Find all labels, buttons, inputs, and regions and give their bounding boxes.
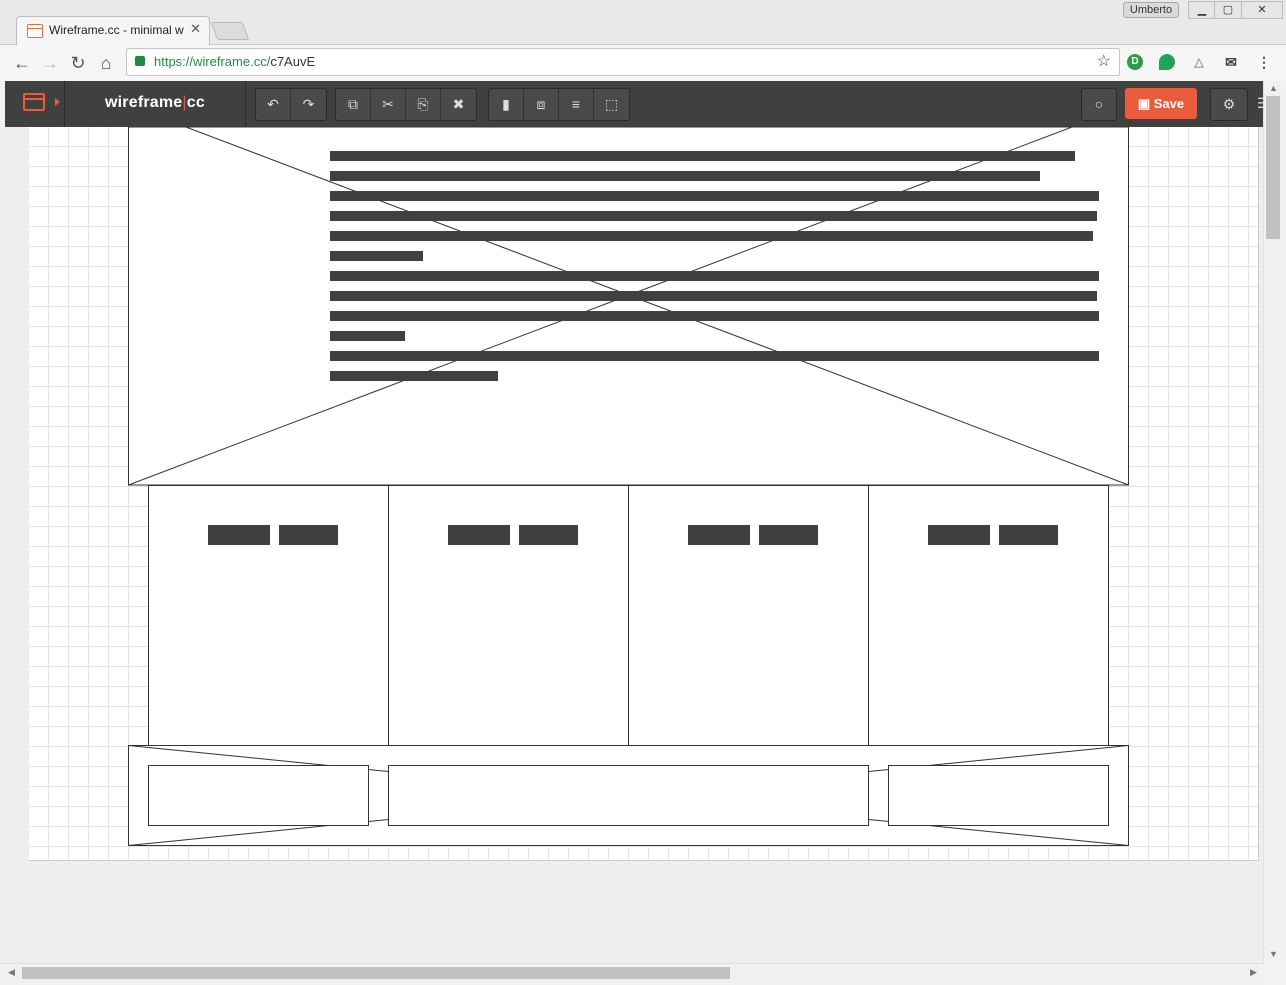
wireframe-drawing	[128, 126, 1129, 846]
scroll-up-icon[interactable]: ▲	[1269, 83, 1278, 93]
vertical-scrollbar[interactable]: ▲ ▼	[1263, 81, 1286, 964]
scroll-down-icon[interactable]: ▼	[1269, 949, 1278, 959]
footer-image-placeholder[interactable]	[128, 745, 1129, 846]
feature-columns[interactable]	[148, 485, 1109, 746]
horizontal-scrollbar[interactable]: ◀ ▶	[0, 963, 1263, 985]
vertical-scroll-thumb[interactable]	[1266, 96, 1280, 239]
horizontal-scroll-thumb[interactable]	[22, 967, 730, 979]
scroll-left-icon[interactable]: ◀	[8, 967, 15, 978]
scroll-right-icon[interactable]: ▶	[1250, 967, 1257, 978]
